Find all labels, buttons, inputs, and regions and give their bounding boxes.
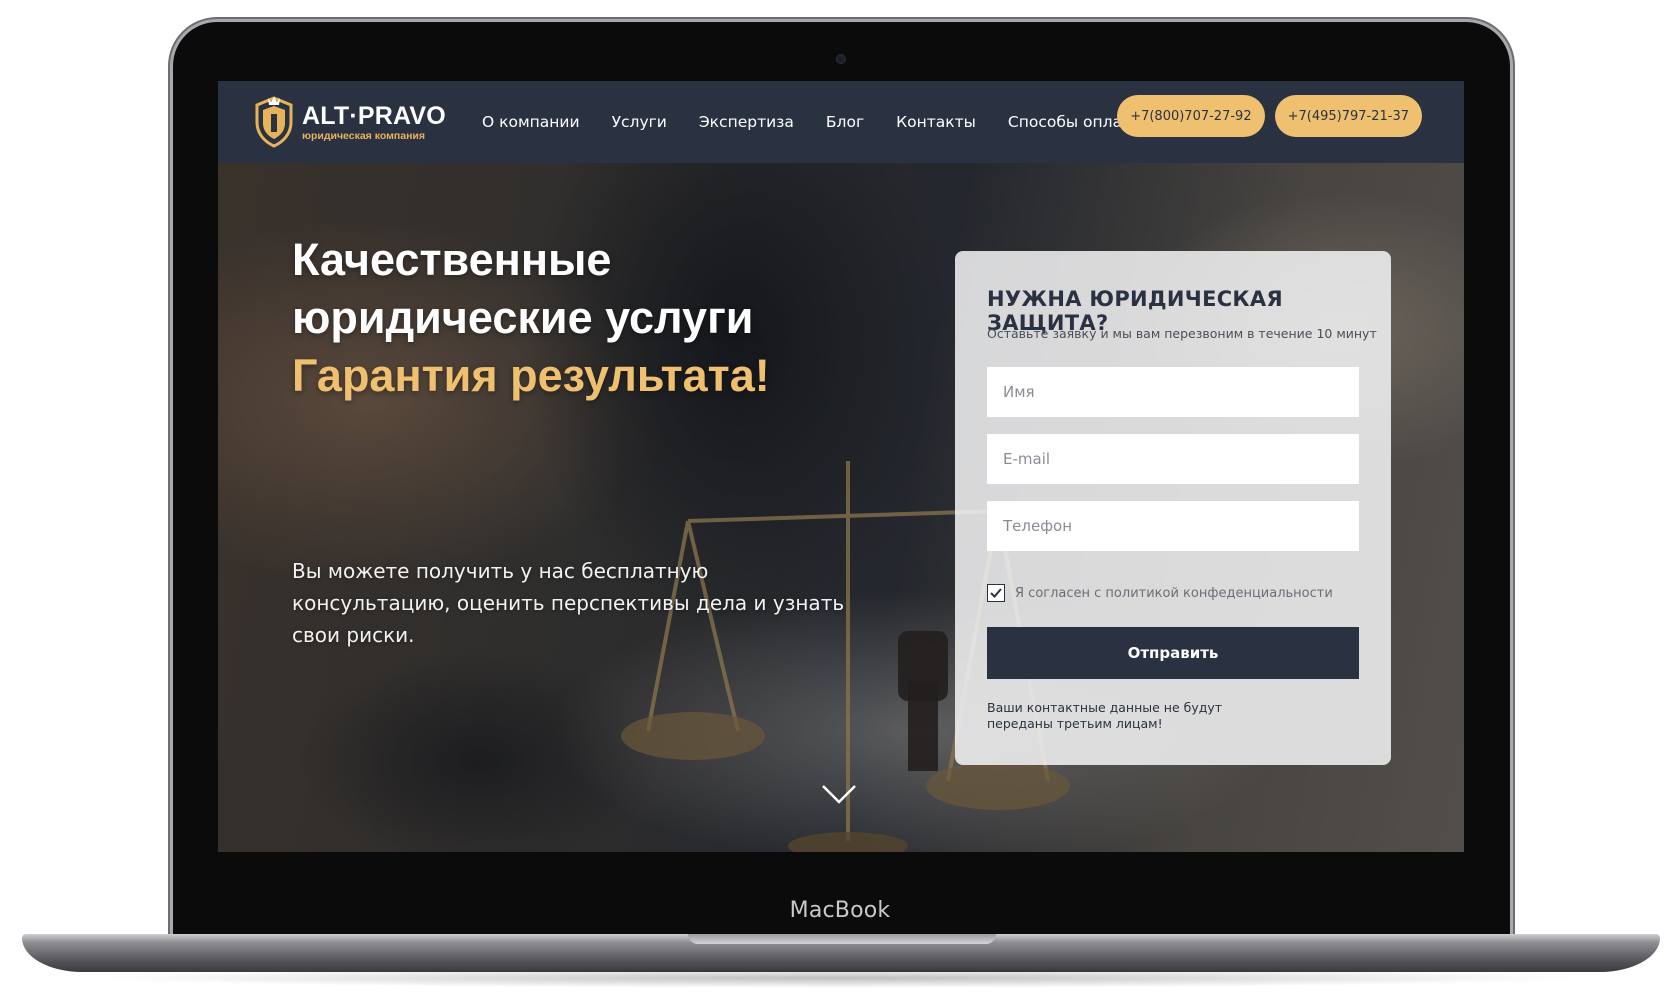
form-subtitle: Оставьте заявку и мы вам перезвоним в те… [987,326,1377,341]
phone-input[interactable] [987,501,1359,551]
phone-button-800[interactable]: +7(800)707-27-92 [1117,95,1265,137]
callback-form: НУЖНА ЮРИДИЧЕСКАЯ ЗАЩИТА? Оставьте заявк… [955,251,1391,765]
phone-buttons: +7(800)707-27-92 +7(495)797-21-37 [1107,95,1422,137]
hero-title-line2: юридические услуги [292,292,754,343]
main-nav: О компании Услуги Экспертиза Блог Контак… [482,81,1175,163]
camera [836,54,846,64]
device-label: MacBook [789,898,891,923]
nav-item-contacts[interactable]: Контакты [896,113,976,131]
consent-label: Я согласен с политикой конфеденциальност… [1015,585,1333,601]
laptop-base-notch [688,934,996,944]
nav-item-blog[interactable]: Блог [826,113,864,131]
screen: ALT·PRAVO юридическая компания О компани… [218,81,1464,852]
submit-button[interactable]: Отправить [987,627,1359,679]
hero-title: Качественные юридические услуги Гарантия… [292,231,812,405]
name-input[interactable] [987,367,1359,417]
nav-item-about[interactable]: О компании [482,113,580,131]
nav-item-expertise[interactable]: Экспертиза [699,113,794,131]
nav-item-services[interactable]: Услуги [612,113,667,131]
consent-row: Я согласен с политикой конфеденциальност… [987,584,1333,602]
logo-name: ALT·PRAVO [302,101,446,130]
site-header: ALT·PRAVO юридическая компания О компани… [218,81,1464,163]
consent-checkbox[interactable] [987,584,1005,602]
email-input[interactable] [987,434,1359,484]
hero-title-line1: Качественные [292,234,612,285]
logo[interactable]: ALT·PRAVO юридическая компания [254,95,446,149]
shield-logo-icon [255,96,293,148]
logo-subtitle: юридическая компания [302,129,425,142]
hero-description: Вы можете получить у нас бесплатную конс… [292,559,845,647]
chevron-down-icon[interactable] [820,781,858,807]
phone-button-495[interactable]: +7(495)797-21-37 [1274,95,1422,137]
privacy-note: Ваши контактные данные не будут переданы… [987,700,1223,731]
hero-title-accent: Гарантия результата! [292,350,770,401]
laptop-shadow [90,968,1590,988]
check-icon [990,588,1002,598]
